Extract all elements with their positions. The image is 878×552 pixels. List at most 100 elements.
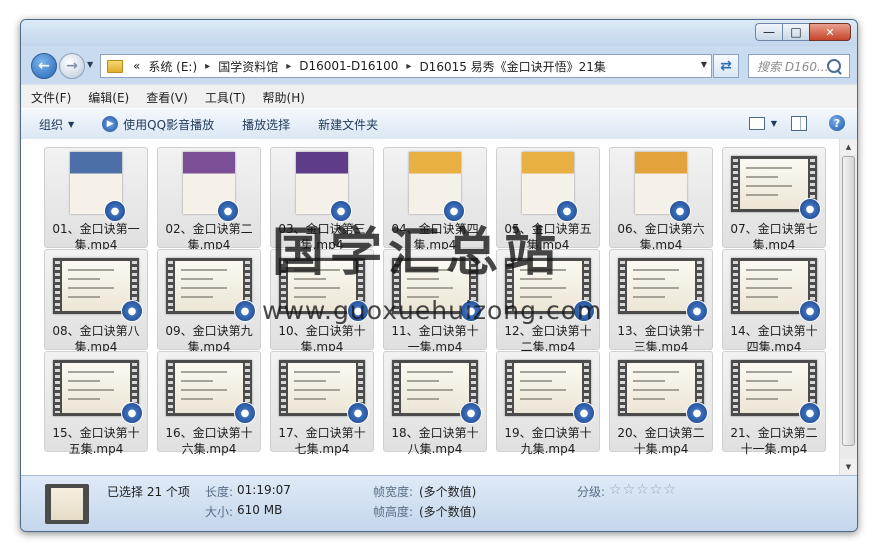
organize-button[interactable]: 组织 ▼	[39, 116, 74, 133]
menu-bar: 文件(F) 编辑(E) 查看(V) 工具(T) 帮助(H)	[21, 84, 857, 109]
maximize-button[interactable]: □	[782, 23, 809, 41]
file-item[interactable]: ● 07、金口诀第七 集.mp4	[722, 147, 826, 252]
file-name: 17、金口诀第十 七集.mp4	[273, 425, 371, 457]
menu-view[interactable]: 查看(V)	[146, 89, 188, 106]
search-icon[interactable]	[827, 59, 841, 73]
scroll-down-icon[interactable]: ▼	[840, 459, 857, 475]
file-item[interactable]: ● 02、金口诀第二 集.mp4	[157, 147, 261, 252]
file-name-line2: 八集.mp4	[407, 442, 463, 456]
scroll-up-icon[interactable]: ▲	[840, 139, 857, 155]
close-button[interactable]: ✕	[809, 23, 851, 41]
vertical-scrollbar[interactable]: ▲ ▼	[839, 139, 857, 475]
recent-pages-dropdown[interactable]: ▼	[87, 60, 93, 69]
file-item[interactable]: ● 08、金口诀第八 集.mp4	[44, 249, 148, 354]
file-thumbnail: ●	[384, 356, 486, 424]
file-name-line2: 十集.mp4	[633, 442, 689, 456]
search-input[interactable]: 搜索 D160...	[749, 58, 827, 75]
forward-arrow-icon: →	[66, 58, 78, 74]
file-item[interactable]: ● 06、金口诀第六 集.mp4	[609, 147, 713, 252]
length-value: 01:19:07	[237, 483, 291, 497]
rating-stars[interactable]: ☆☆☆☆☆	[609, 482, 677, 498]
menu-file[interactable]: 文件(F)	[31, 89, 71, 106]
breadcrumb-library[interactable]: 国学资料馆	[214, 58, 282, 75]
file-name-line1: 16、金口诀第十	[165, 426, 253, 440]
file-name-line1: 18、金口诀第十	[391, 426, 479, 440]
watermark-text: 国学汇总站	[272, 222, 563, 283]
menu-help[interactable]: 帮助(H)	[263, 89, 305, 106]
back-button[interactable]: ←	[31, 53, 57, 79]
breadcrumb-separator[interactable]: ▸	[201, 61, 214, 72]
file-name: 19、金口诀第十 九集.mp4	[499, 425, 597, 457]
file-item[interactable]: ● 20、金口诀第二 十集.mp4	[609, 351, 713, 456]
video-filmstrip-thumbnail: ●	[53, 360, 143, 424]
breadcrumb-overflow[interactable]: «	[129, 59, 144, 73]
breadcrumb-separator[interactable]: ▸	[402, 61, 415, 72]
address-bar[interactable]: « 系统 (E:) ▸ 国学资料馆 ▸ D16001-D16100 ▸ D160…	[100, 54, 712, 78]
play-selected-button[interactable]: 播放选择	[242, 116, 290, 133]
file-item[interactable]: ● 21、金口诀第二 十一集.mp4	[722, 351, 826, 456]
forward-button[interactable]: →	[59, 53, 85, 79]
file-name-line1: 02、金口诀第二	[165, 222, 253, 236]
file-name-line1: 20、金口诀第二	[617, 426, 705, 440]
file-name-line1: 21、金口诀第二	[730, 426, 818, 440]
breadcrumb-drive[interactable]: 系统 (E:)	[144, 58, 201, 75]
video-filmstrip-thumbnail: ●	[618, 258, 708, 322]
view-options-chevron-icon[interactable]: ▼	[771, 119, 777, 128]
video-filmstrip-thumbnail: ●	[166, 360, 256, 424]
file-item[interactable]: ● 01、金口诀第一 集.mp4	[44, 147, 148, 252]
search-box[interactable]: 搜索 D160...	[748, 54, 850, 78]
change-view-icon[interactable]	[748, 116, 765, 130]
video-poster-thumbnail: ●	[635, 152, 691, 222]
preview-pane-icon[interactable]	[791, 115, 807, 131]
breadcrumb-range[interactable]: D16001-D16100	[295, 59, 402, 73]
qq-player-icon: ▶	[102, 116, 119, 132]
file-thumbnail: ●	[158, 254, 260, 322]
back-arrow-icon: ←	[38, 58, 50, 74]
file-item[interactable]: ● 19、金口诀第十 九集.mp4	[496, 351, 600, 456]
breadcrumb-separator[interactable]: ▸	[282, 61, 295, 72]
file-thumbnail: ●	[723, 254, 825, 322]
command-bar: 组织 ▼ ▶ 使用QQ影音播放 播放选择 新建文件夹 ▼ ?	[21, 108, 857, 140]
file-name: 16、金口诀第十 六集.mp4	[160, 425, 258, 457]
file-item[interactable]: ● 15、金口诀第十 五集.mp4	[44, 351, 148, 456]
file-item[interactable]: ● 18、金口诀第十 八集.mp4	[383, 351, 487, 456]
file-item[interactable]: ● 13、金口诀第十 三集.mp4	[609, 249, 713, 354]
file-item[interactable]: ● 09、金口诀第九 集.mp4	[157, 249, 261, 354]
frame-height-label: 帧高度:	[373, 505, 414, 519]
minimize-button[interactable]: —	[755, 23, 782, 41]
new-folder-button[interactable]: 新建文件夹	[318, 116, 378, 133]
file-name-line1: 07、金口诀第七	[730, 222, 818, 236]
size-value: 610 MB	[237, 503, 283, 517]
video-filmstrip-thumbnail: ●	[53, 258, 143, 322]
scrollbar-thumb[interactable]	[842, 156, 855, 446]
help-icon[interactable]: ?	[829, 115, 845, 131]
menu-edit[interactable]: 编辑(E)	[88, 89, 129, 106]
refresh-button[interactable]: ⇄	[713, 54, 739, 78]
selection-count: 已选择 21 个项	[107, 485, 190, 499]
file-name: 20、金口诀第二 十集.mp4	[612, 425, 710, 457]
video-filmstrip-thumbnail: ●	[618, 360, 708, 424]
file-name-line1: 17、金口诀第十	[278, 426, 366, 440]
file-name-line2: 十一集.mp4	[740, 442, 808, 456]
file-thumbnail: ●	[45, 254, 147, 322]
play-with-qq-button[interactable]: ▶ 使用QQ影音播放	[102, 116, 214, 133]
file-name-line1: 19、金口诀第十	[504, 426, 592, 440]
file-item[interactable]: ● 14、金口诀第十 四集.mp4	[722, 249, 826, 354]
chevron-down-icon: ▼	[68, 119, 75, 129]
qq-video-icon: ●	[669, 200, 691, 222]
organize-label: 组织	[39, 117, 64, 132]
file-thumbnail: ●	[271, 356, 373, 424]
menu-tools[interactable]: 工具(T)	[205, 89, 246, 106]
address-dropdown-icon[interactable]: ▼	[701, 60, 707, 69]
video-filmstrip-thumbnail: ●	[731, 156, 821, 220]
file-item[interactable]: ● 17、金口诀第十 七集.mp4	[270, 351, 374, 456]
details-pane: 已选择 21 个项 长度: 01:19:07 大小: 610 MB 帧宽度: (…	[21, 475, 857, 531]
breadcrumb-current[interactable]: D16015 易秀《金口诀开悟》21集	[415, 58, 610, 75]
play-selected-label: 播放选择	[242, 117, 291, 132]
refresh-icon: ⇄	[720, 58, 732, 74]
caption-buttons: — □ ✕	[755, 23, 851, 41]
file-item[interactable]: ● 16、金口诀第十 六集.mp4	[157, 351, 261, 456]
watermark-url: www.guoxuehuizong.com	[262, 296, 603, 325]
file-name-line2: 五集.mp4	[68, 442, 124, 456]
size-label: 大小:	[205, 505, 234, 519]
